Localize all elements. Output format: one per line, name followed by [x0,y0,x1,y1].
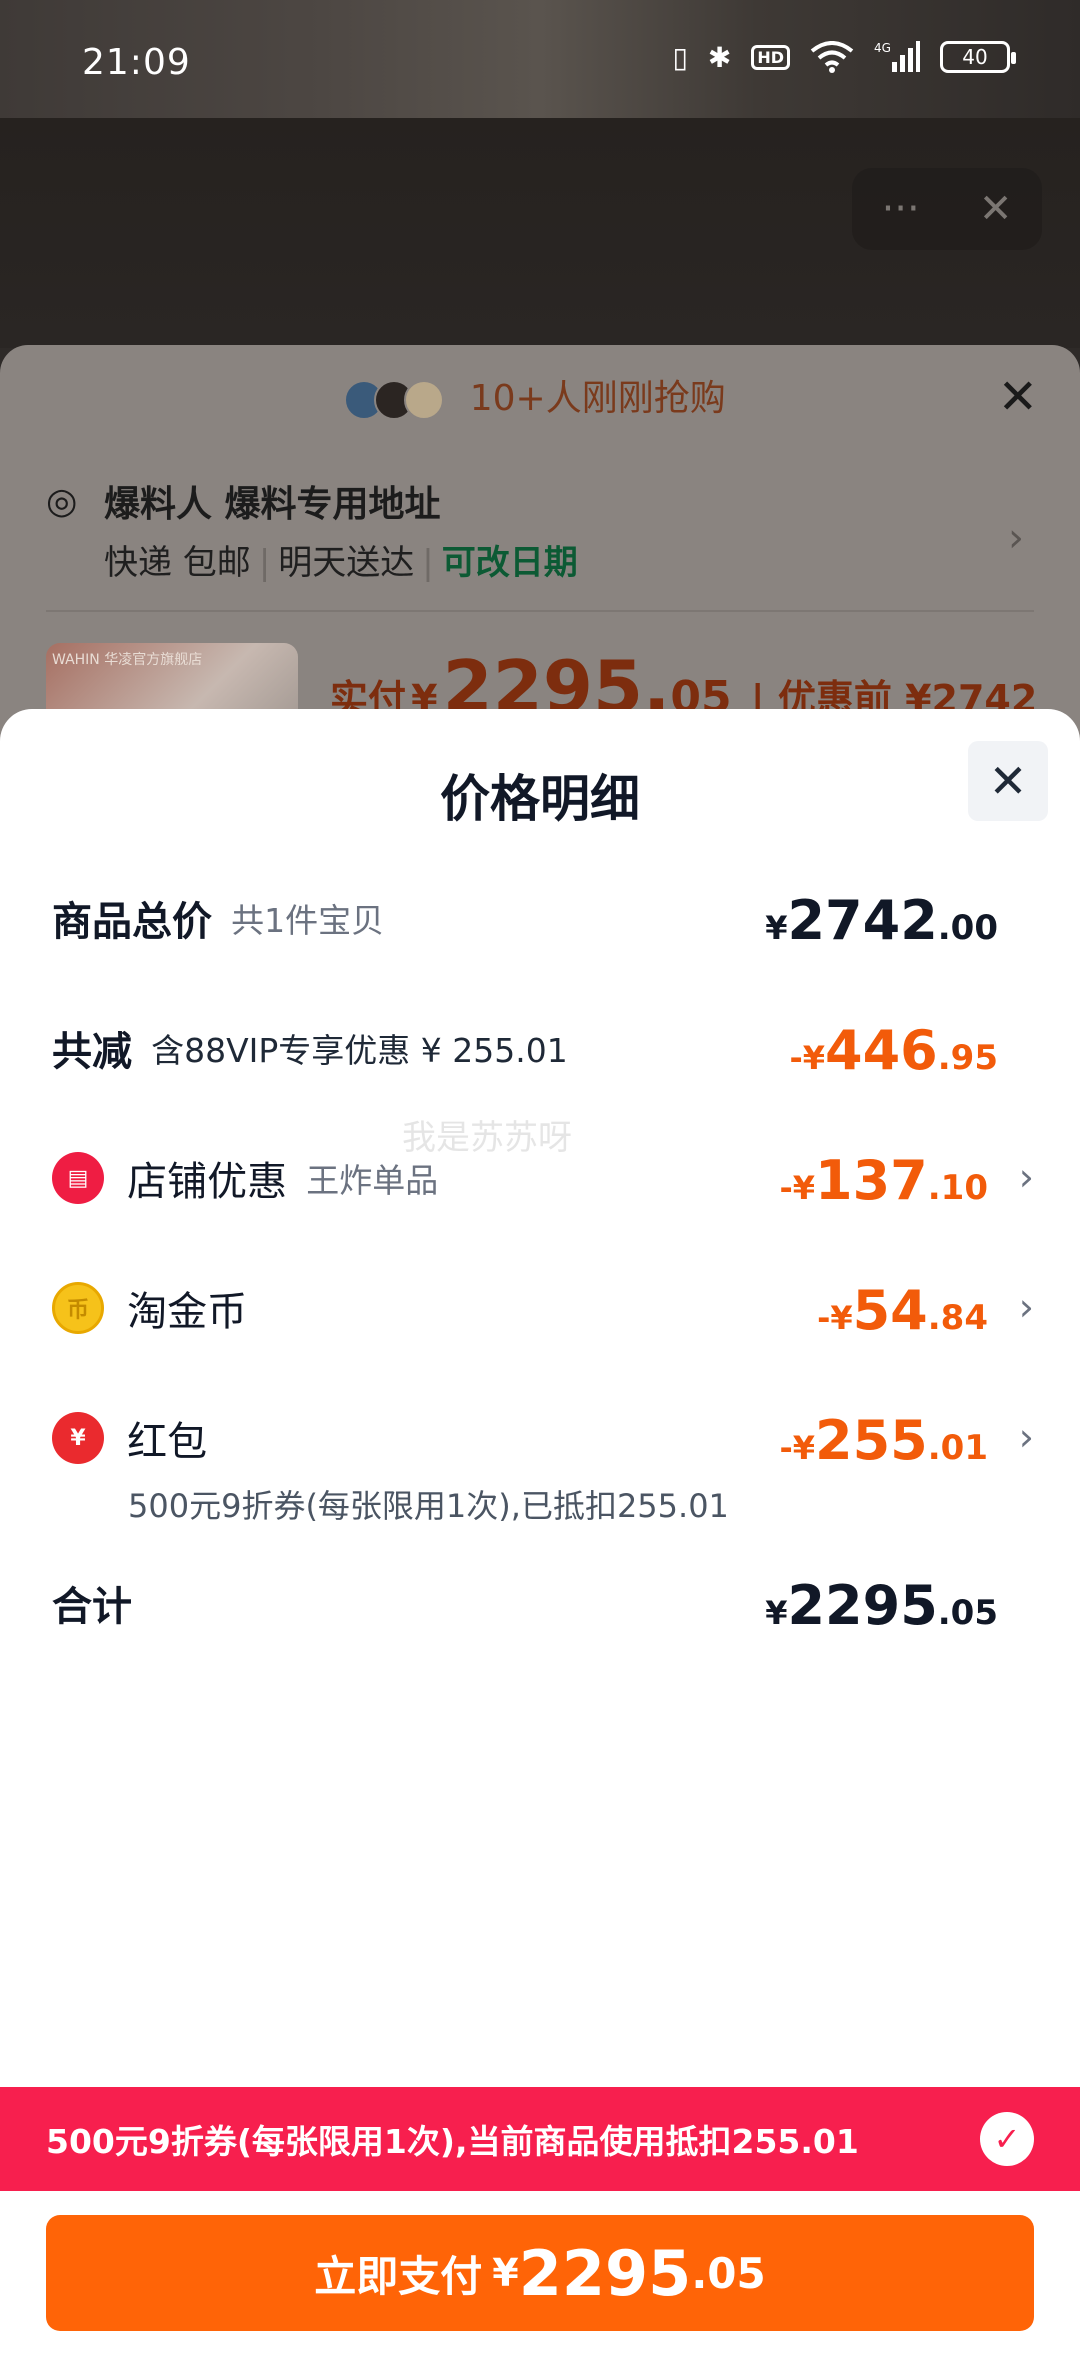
arrival-time: 明天送达 [278,543,415,583]
pay-currency: ¥ [492,2251,519,2295]
row-discount: 共减 含88VIP专享优惠 ¥ 255.01 -¥446.95 [52,1019,1034,1089]
total-label: 商品总价 [52,899,212,945]
row-shop-discount[interactable]: ▤ 店铺优惠 王炸单品 -¥137.10 › [52,1149,1034,1219]
signal-icon: 4G [874,40,920,74]
divider [46,610,1034,612]
purchase-notice-text: 10+人刚刚抢购 [469,378,726,419]
close-icon: ✕ [988,754,1028,808]
delivery-method: 快递 包邮 [104,543,251,583]
pay-amount-decimal: .05 [691,2248,766,2298]
more-icon[interactable]: ··· [882,186,920,232]
shop-discount-amount: -¥137.10 [779,1149,988,1212]
pay-amount-integer: 2295 [518,2236,692,2310]
pay-now-button[interactable]: 立即支付 ¥2295.05 [46,2215,1034,2331]
mini-program-capsule[interactable]: ··· ✕ [852,168,1042,250]
hongbao-amount: -¥255.01 [779,1409,988,1472]
sum-amount: ¥2295.05 [765,1574,998,1637]
chevron-right-icon: › [1018,1285,1034,1329]
coin-label: 淘金币 [127,1289,248,1335]
discount-vip-note: 含88VIP专享优惠 ¥ 255.01 [151,1031,568,1070]
chevron-right-icon: › [1018,1415,1034,1459]
sheet-title: 价格明细 [440,770,640,828]
status-icons: ▯ ✱ HD 4G 40 [672,40,1016,74]
shop-discount-sub: 王炸单品 [306,1161,439,1200]
vibrate-icon: ▯ [672,40,688,74]
thumbnail-brand-text: WAHIN 华凌官方旗舰店 [52,652,203,668]
shop-icon: ▤ [52,1152,104,1204]
coupon-banner[interactable]: 500元9折券(每张限用1次),当前商品使用抵扣255.01 ✓ [0,2087,1080,2191]
hd-icon: HD [751,44,790,70]
total-count: 共1件宝贝 [231,901,385,940]
status-time: 21:09 [82,42,191,83]
row-hongbao[interactable]: ¥ 红包 -¥255.01 › 500元9折券(每张限用1次),已抵扣255.0… [52,1409,1034,1539]
status-bar: 21:09 ▯ ✱ HD 4G 40 [0,0,1080,120]
battery-icon: 40 [940,41,1016,73]
close-icon[interactable]: ✕ [979,186,1013,232]
hongbao-note: 500元9折券(每张限用1次),已抵扣255.01 [128,1487,729,1525]
avatar [404,380,445,420]
row-total: 商品总价 共1件宝贝 ¥2742.00 [52,889,1034,959]
coin-amount: -¥54.84 [817,1279,988,1342]
location-pin-icon: ◎ [46,481,78,522]
address-name: 爆料人 爆料专用地址 [104,484,441,525]
row-coin[interactable]: 币 淘金币 -¥54.84 › [52,1279,1034,1349]
row-sum: 合计 ¥2295.05 [52,1574,1034,1644]
change-date-link[interactable]: 可改日期 [442,543,578,583]
check-icon[interactable]: ✓ [980,2112,1034,2166]
battery-level: 40 [962,45,988,69]
discount-label: 共减 [52,1029,132,1075]
watermark: 我是苏苏呀 [402,1118,572,1158]
coupon-banner-text: 500元9折券(每张限用1次),当前商品使用抵扣255.01 [46,2122,859,2161]
total-amount: ¥2742.00 [765,889,998,952]
bluetooth-icon: ✱ [707,40,732,74]
shop-discount-label: 店铺优惠 [127,1159,288,1205]
network-label: 4G [874,41,891,55]
delivery-info: 快递 包邮 | 明天送达 | 可改日期 [104,543,578,583]
coin-icon: 币 [52,1282,104,1334]
purchase-notice: 10+人刚刚抢购 [0,369,1080,421]
order-close-icon[interactable]: ✕ [998,369,1038,425]
sheet-close-button[interactable]: ✕ [968,741,1048,821]
chevron-right-icon: › [1008,515,1024,561]
buyer-avatars [344,380,445,420]
order-sheet-background: 10+人刚刚抢购 ✕ ◎ 爆料人 爆料专用地址 快递 包邮 | 明天送达 | 可改日期 … [0,345,1080,745]
red-packet-icon: ¥ [52,1412,104,1464]
chevron-right-icon: › [1018,1155,1034,1199]
sum-label: 合计 [52,1584,132,1630]
discount-amount: -¥446.95 [789,1019,998,1082]
hongbao-label: 红包 [127,1419,208,1465]
pay-label: 立即支付 [314,2251,483,2301]
wifi-icon [810,41,854,73]
